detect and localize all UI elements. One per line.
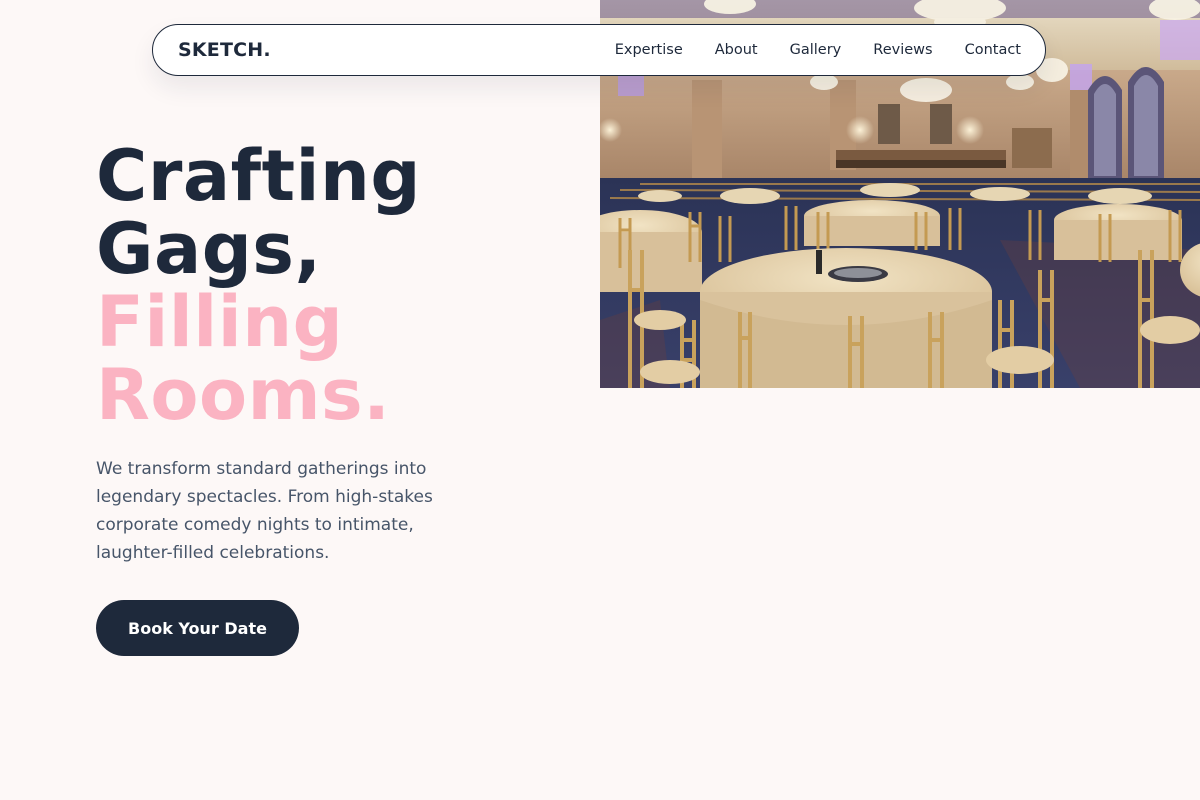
nav-link-contact[interactable]: Contact bbox=[965, 42, 1021, 58]
hero-headline: Crafting Gags, Filling Rooms. bbox=[96, 140, 421, 432]
headline-line-2: Gags, bbox=[96, 208, 322, 290]
landing-page: SKETCH. Expertise About Gallery Reviews … bbox=[0, 0, 1200, 800]
nav-link-expertise[interactable]: Expertise bbox=[615, 42, 683, 58]
nav-links: Expertise About Gallery Reviews Contact bbox=[615, 42, 1021, 58]
nav-link-about[interactable]: About bbox=[715, 42, 758, 58]
hero-description: We transform standard gatherings into le… bbox=[96, 459, 433, 563]
brand-logo[interactable]: SKETCH. bbox=[178, 39, 271, 61]
nav-link-reviews[interactable]: Reviews bbox=[873, 42, 932, 58]
nav-link-gallery[interactable]: Gallery bbox=[790, 42, 842, 58]
navbar: SKETCH. Expertise About Gallery Reviews … bbox=[152, 24, 1046, 76]
book-your-date-button[interactable]: Book Your Date bbox=[96, 600, 299, 656]
headline-line-3: Filling bbox=[96, 281, 344, 363]
headline-line-4: Rooms. bbox=[96, 354, 391, 436]
headline-line-1: Crafting bbox=[96, 135, 421, 217]
